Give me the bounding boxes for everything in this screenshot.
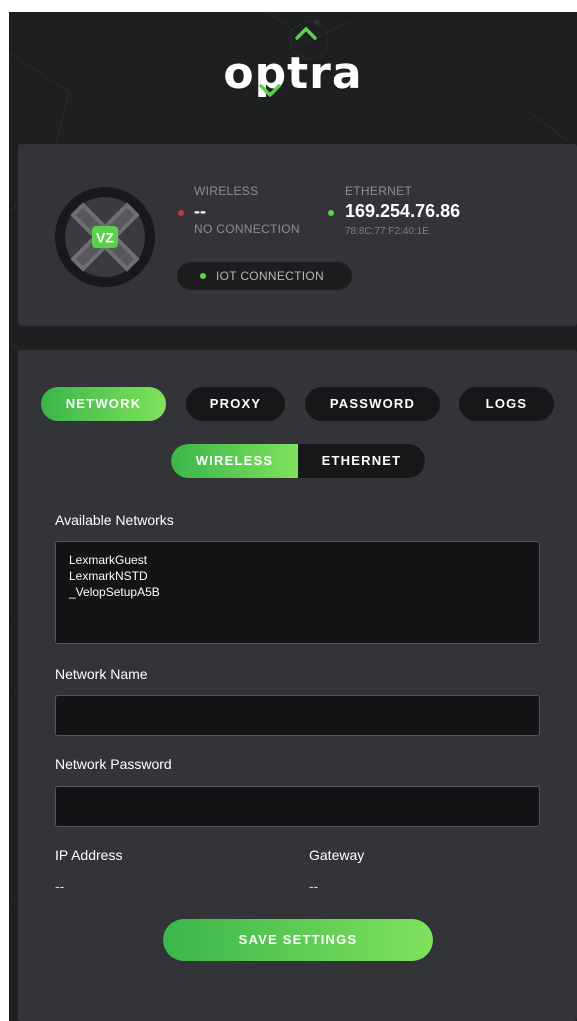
logo-text: optra: [223, 48, 363, 99]
tab-password[interactable]: PASSWORD: [305, 387, 440, 421]
wireless-title: WIRELESS: [194, 184, 259, 198]
network-name-input[interactable]: [55, 695, 540, 736]
gateway-value: --: [309, 878, 319, 894]
wireless-value: --: [194, 201, 206, 221]
logo-up-chevron-icon: [295, 27, 317, 40]
toggle-ethernet[interactable]: ETHERNET: [298, 444, 425, 478]
network-list-item[interactable]: _VelopSetupA5B: [69, 584, 526, 600]
network-password-label: Network Password: [55, 756, 172, 772]
brand-logo: optra: [9, 12, 577, 122]
tab-network[interactable]: NETWORK: [41, 387, 166, 421]
iot-status-dot: [200, 273, 206, 279]
available-networks-label: Available Networks: [55, 512, 174, 528]
network-list-item[interactable]: LexmarkNSTD: [69, 568, 526, 584]
network-password-input[interactable]: [55, 786, 540, 827]
connection-type-toggle: WIRELESS ETHERNET: [171, 444, 425, 478]
tab-proxy[interactable]: PROXY: [186, 387, 285, 421]
status-panel: VZ WIRELESS -- NO CONNECTION ETHERNET 16…: [18, 144, 577, 326]
ip-address-label: IP Address: [55, 847, 123, 863]
ethernet-title: ETHERNET: [345, 184, 413, 198]
save-settings-button[interactable]: SAVE SETTINGS: [163, 919, 433, 961]
ethernet-status-dot: [328, 210, 334, 216]
ethernet-ip: 169.254.76.86: [345, 201, 461, 221]
logo-down-chevron-icon: [259, 84, 281, 97]
wireless-status-dot: [178, 210, 184, 216]
ethernet-mac: 78:8C:77:F2:40:1E: [345, 226, 429, 237]
device-icon: VZ: [55, 187, 155, 287]
optra-app: optra VZ WIRELESS -- NO CONNECTION ETHER…: [9, 12, 577, 1021]
device-badge: VZ: [96, 230, 114, 246]
network-list-item[interactable]: LexmarkGuest: [69, 552, 526, 568]
toggle-wireless[interactable]: WIRELESS: [171, 444, 298, 478]
available-networks-list[interactable]: LexmarkGuest LexmarkNSTD _VelopSetupA5B: [55, 541, 540, 644]
tab-logs[interactable]: LOGS: [459, 387, 554, 421]
iot-label: IOT CONNECTION: [216, 269, 324, 283]
wireless-state: NO CONNECTION: [194, 222, 300, 236]
network-name-label: Network Name: [55, 666, 148, 682]
settings-panel: NETWORK PROXY PASSWORD LOGS WIRELESS ETH…: [18, 350, 577, 1021]
iot-connection-badge: IOT CONNECTION: [177, 262, 352, 290]
gateway-label: Gateway: [309, 847, 365, 863]
ip-address-value: --: [55, 878, 65, 894]
